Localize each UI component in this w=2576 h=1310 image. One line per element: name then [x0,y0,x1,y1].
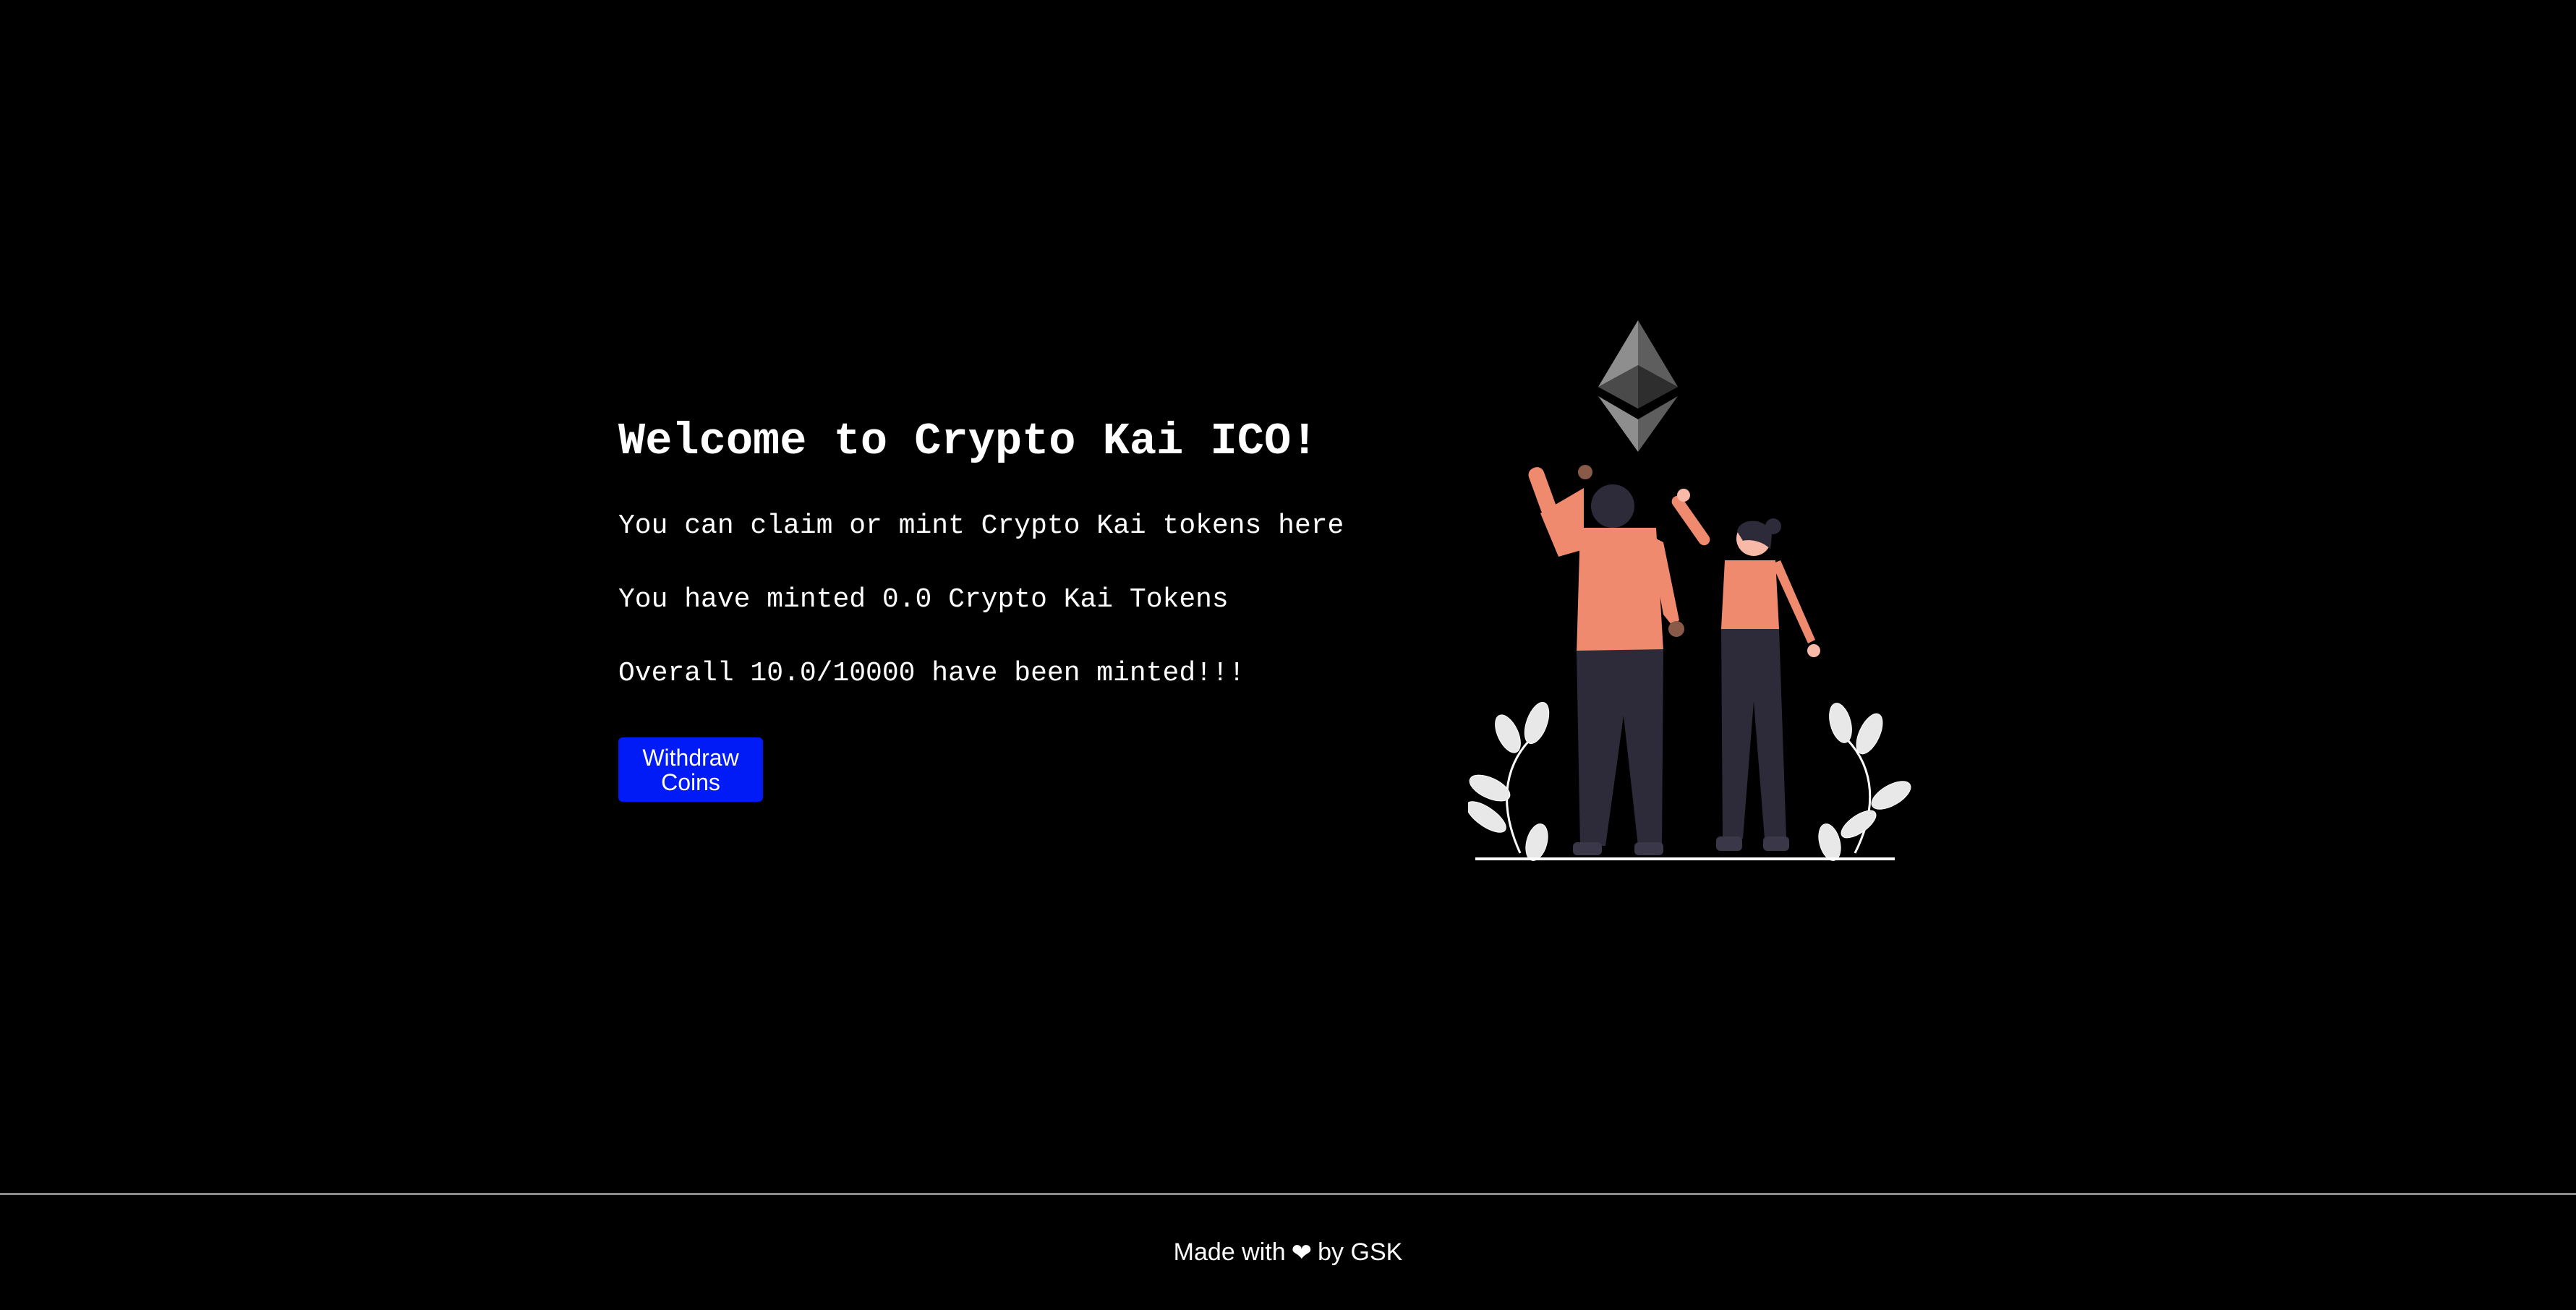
page-title: Welcome to Crypto Kai ICO! [618,416,1318,467]
minted-by-user-text: You have minted 0.0 Crypto Kai Tokens [618,584,1229,615]
withdraw-coins-button[interactable]: Withdraw Coins [618,737,763,802]
ico-content: Welcome to Crypto Kai ICO! You can claim… [618,416,1414,802]
main-section: Welcome to Crypto Kai ICO! You can claim… [0,0,2576,1193]
ethereum-celebration-illustration [1468,320,1911,861]
man-figure-icon [1528,465,1684,855]
overall-minted-text: Overall 10.0/10000 have been minted!!! [618,658,1245,689]
woman-figure-icon [1671,489,1820,851]
claim-description: You can claim or mint Crypto Kai tokens … [618,510,1344,541]
right-plant-icon [1818,703,1911,861]
footer: Made with ❤ by GSK [0,1195,2576,1310]
ethereum-icon [1598,320,1678,452]
footer-made-with: Made with [1173,1238,1286,1266]
app-page: Welcome to Crypto Kai ICO! You can claim… [0,0,2576,1310]
footer-author: by GSK [1318,1238,1403,1266]
left-plant-icon [1468,701,1550,861]
heart-icon: ❤ [1291,1238,1313,1267]
